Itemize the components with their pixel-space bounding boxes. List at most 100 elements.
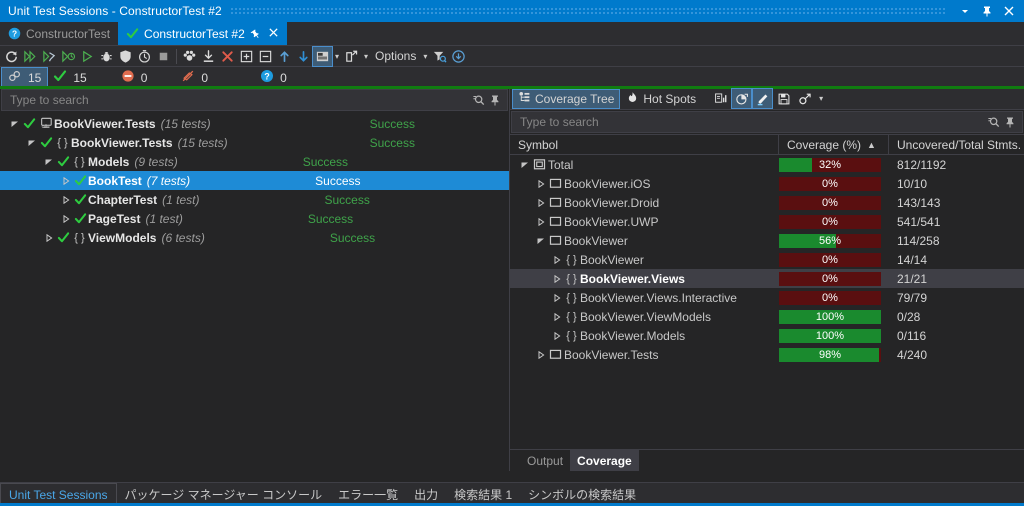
rerun-icon[interactable]	[2, 47, 21, 66]
test-tree-row[interactable]: ChapterTest (1 test) Success	[0, 190, 509, 209]
expand-twisty-icon[interactable]	[42, 233, 55, 242]
coverage-tree-row[interactable]: BookViewer.Tests 98% 4/240	[510, 345, 1024, 364]
options-dropdown-icon[interactable]: ▾	[420, 47, 430, 66]
coverage-symbol-name: BookViewer.iOS	[564, 176, 651, 191]
test-search-bar[interactable]	[1, 89, 508, 111]
run-icon[interactable]	[78, 47, 97, 66]
expand-twisty-icon[interactable]	[550, 312, 563, 321]
expand-twisty-icon[interactable]	[59, 195, 72, 204]
coverage-tree-row[interactable]: { } BookViewer.Views.Interactive 0% 79/79	[510, 288, 1024, 307]
expand-twisty-icon[interactable]	[550, 293, 563, 302]
filter-icon[interactable]	[430, 47, 449, 66]
next-icon[interactable]	[294, 47, 313, 66]
remove-icon[interactable]	[218, 47, 237, 66]
expand-twisty-icon[interactable]	[534, 198, 547, 207]
download-icon[interactable]	[449, 47, 468, 66]
column-header-uncovered[interactable]: Uncovered/Total Stmts.	[889, 135, 1024, 154]
expand-twisty-icon[interactable]	[534, 350, 547, 359]
open-in-new-window-icon[interactable]	[342, 47, 361, 66]
column-header-symbol[interactable]: Symbol	[510, 135, 779, 154]
pie-chart-icon[interactable]	[731, 88, 753, 109]
save-snapshot-icon[interactable]	[774, 89, 793, 108]
run-failed-icon[interactable]	[59, 47, 78, 66]
coverage-tree-row[interactable]: Total 32% 812/1192	[510, 155, 1024, 174]
coverage-bar-label: 0%	[822, 272, 838, 285]
collapse-twisty-icon[interactable]	[42, 158, 55, 166]
run-selected-icon[interactable]	[40, 47, 59, 66]
test-tree-row[interactable]: { } ViewModels (6 tests) Success	[0, 228, 509, 247]
coverage-search-bar[interactable]	[511, 111, 1023, 133]
expand-twisty-icon[interactable]	[550, 255, 563, 264]
export-snapshot-icon[interactable]	[795, 89, 814, 108]
tab-constructortest[interactable]: ? ConstructorTest	[0, 22, 118, 45]
expand-twisty-icon[interactable]	[550, 274, 563, 283]
output-tab-strip: Output Coverage	[510, 449, 1024, 471]
coverage-tree-row[interactable]: { } BookViewer.Views 0% 21/21	[510, 269, 1024, 288]
export-snapshot-dropdown-icon[interactable]: ▾	[816, 89, 826, 108]
open-in-new-window-dropdown-icon[interactable]: ▾	[361, 47, 371, 66]
coverage-search-input[interactable]	[520, 115, 986, 129]
expand-twisty-icon[interactable]	[534, 179, 547, 188]
coverage-tree-row[interactable]: { } BookViewer.Models 100% 0/116	[510, 326, 1024, 345]
test-tree-row[interactable]: { } Models (9 tests) Success	[0, 152, 509, 171]
export-results-icon[interactable]	[199, 47, 218, 66]
column-header-coverage[interactable]: Coverage (%) ▲	[779, 135, 889, 154]
collapse-twisty-icon[interactable]	[8, 120, 21, 128]
expand-twisty-icon[interactable]	[59, 214, 72, 223]
show-output-icon[interactable]	[312, 45, 333, 67]
coverage-tree-row[interactable]: BookViewer 56% 114/258	[510, 231, 1024, 250]
coverage-bar-label: 32%	[818, 158, 842, 171]
coverage-symbol-cell: BookViewer.Tests	[510, 348, 779, 362]
output-tab-output[interactable]: Output	[520, 450, 570, 471]
tab-coverage-tree[interactable]: Coverage Tree	[511, 88, 621, 109]
show-statistics-icon[interactable]	[711, 89, 730, 108]
collapse-twisty-icon[interactable]	[534, 237, 547, 245]
test-tree-row[interactable]: PageTest (1 test) Success	[0, 209, 509, 228]
expand-twisty-icon[interactable]	[550, 331, 563, 340]
coverage-tree-row[interactable]: { } BookViewer 0% 14/14	[510, 250, 1024, 269]
counter-inconclusive-tests[interactable]: ? 0	[254, 68, 293, 87]
track-running-test-icon[interactable]	[180, 47, 199, 66]
pin-search-icon[interactable]	[1002, 116, 1018, 128]
cover-icon[interactable]	[116, 47, 135, 66]
previous-icon[interactable]	[275, 47, 294, 66]
tab-constructortest-2[interactable]: ConstructorTest #2	[118, 22, 287, 45]
namespace-icon: { }	[566, 329, 577, 342]
counter-passed-tests[interactable]: 15	[47, 68, 92, 87]
test-tree-row[interactable]: { } BookViewer.Tests (15 tests) Success	[0, 133, 509, 152]
stop-icon[interactable]	[154, 47, 173, 66]
expand-twisty-icon[interactable]	[59, 176, 72, 185]
options-button[interactable]: Options	[371, 49, 420, 63]
collapse-all-icon[interactable]	[256, 47, 275, 66]
pin-window-icon[interactable]	[976, 1, 998, 21]
pin-tab-icon[interactable]	[250, 27, 261, 41]
test-search-input[interactable]	[10, 93, 471, 107]
coverage-tree-row[interactable]: BookViewer.UWP 0% 541/541	[510, 212, 1024, 231]
coverage-tree-row[interactable]: BookViewer.Droid 0% 143/143	[510, 193, 1024, 212]
debug-icon[interactable]	[97, 47, 116, 66]
show-output-dropdown-icon[interactable]: ▾	[332, 47, 342, 66]
expand-all-icon[interactable]	[237, 47, 256, 66]
close-window-icon[interactable]	[998, 1, 1020, 21]
test-tree-row[interactable]: c# BookViewer.Tests (15 tests) Success	[0, 114, 509, 133]
profile-icon[interactable]	[135, 47, 154, 66]
pin-search-icon[interactable]	[487, 94, 503, 106]
collapse-twisty-icon[interactable]	[25, 139, 38, 147]
coverage-tree-row[interactable]: { } BookViewer.ViewModels 100% 0/28	[510, 307, 1024, 326]
search-options-icon[interactable]	[986, 115, 1002, 129]
tab-hot-spots[interactable]: Hot Spots	[621, 90, 701, 108]
window-menu-dropdown-icon[interactable]	[954, 1, 976, 21]
expand-twisty-icon[interactable]	[534, 217, 547, 226]
counter-total-tests[interactable]: 15	[0, 67, 49, 88]
highlight-code-icon[interactable]	[752, 88, 774, 109]
counter-failed-tests[interactable]: 0	[115, 68, 154, 87]
coverage-symbol-name: Total	[548, 157, 574, 172]
test-tree-row[interactable]: BookTest (7 tests) Success	[0, 171, 509, 190]
coverage-tree-row[interactable]: BookViewer.iOS 0% 10/10	[510, 174, 1024, 193]
counter-ignored-tests[interactable]: 0	[175, 68, 214, 87]
collapse-twisty-icon[interactable]	[518, 161, 531, 169]
search-options-icon[interactable]	[471, 93, 487, 107]
output-tab-coverage[interactable]: Coverage	[570, 450, 639, 471]
close-tab-icon[interactable]	[268, 27, 279, 41]
run-all-icon[interactable]	[21, 47, 40, 66]
